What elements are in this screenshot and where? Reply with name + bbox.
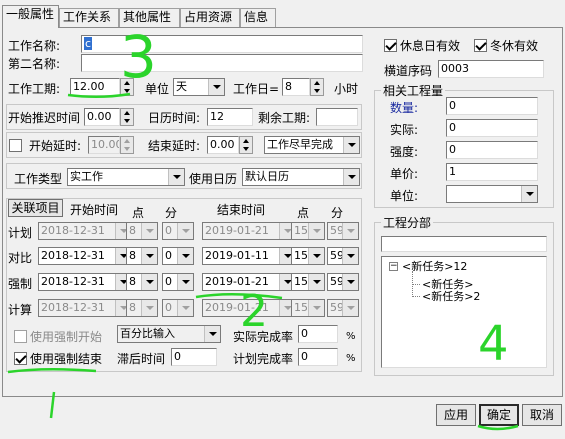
underline-force-end bbox=[7, 367, 97, 374]
annotation-1-stroke bbox=[49, 391, 56, 419]
underline-force-date bbox=[195, 293, 283, 300]
underline-duration bbox=[67, 92, 131, 98]
underline-ok bbox=[477, 424, 519, 431]
tab-general[interactable]: 一般属性 bbox=[2, 5, 59, 28]
annotation-layer bbox=[7, 92, 519, 431]
